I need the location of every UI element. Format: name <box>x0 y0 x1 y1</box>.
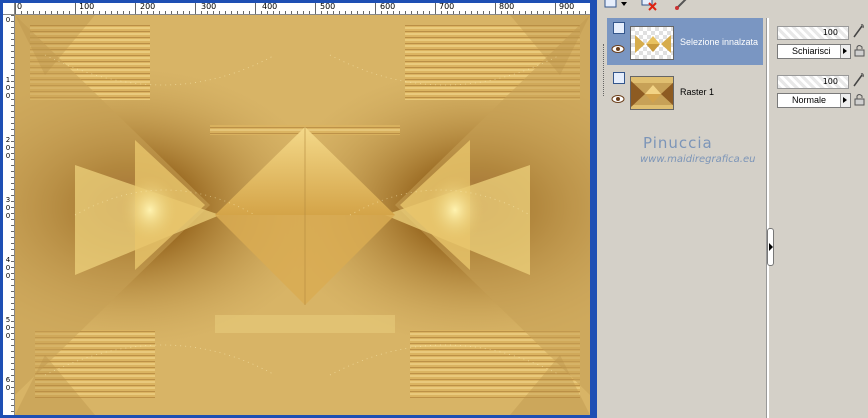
layer-row-selezione-innalzata[interactable]: Selezione innalzata <box>607 18 763 65</box>
image-canvas-window: 0 100 200 300 400 500 600 700 800 900 01… <box>0 0 597 418</box>
ruler-label: 5 <box>5 316 11 324</box>
opacity-value: 100 <box>822 28 838 37</box>
ruler-label: 0 <box>5 384 11 392</box>
opacity-field[interactable]: 100 <box>777 75 849 89</box>
brush-icon[interactable] <box>851 72 865 88</box>
lock-icon[interactable] <box>853 44 865 57</box>
ruler-label: 0 <box>5 264 11 272</box>
delete-layer-button[interactable] <box>641 0 659 11</box>
chevron-right-icon[interactable] <box>840 94 850 107</box>
layer-thumbnail <box>630 76 674 110</box>
layers-panel: Selezione innalzata Raster 1 100 Schiari… <box>597 0 868 418</box>
visibility-eye-icon[interactable] <box>611 44 625 54</box>
ruler-label: 2 <box>5 136 11 144</box>
layer-row-raster-1[interactable]: Raster 1 <box>607 68 763 115</box>
watermark-url: www.maidiregrafica.eu <box>640 154 756 165</box>
opacity-field[interactable]: 100 <box>777 26 849 40</box>
ruler-label: 600 <box>380 3 396 11</box>
ruler-label: 0 <box>5 332 11 340</box>
opacity-value: 100 <box>822 77 838 86</box>
edit-button[interactable] <box>673 0 689 11</box>
raster-layer-icon <box>613 72 625 84</box>
blend-mode-value: Schiarisci <box>792 46 831 56</box>
ruler-label: 0 <box>5 204 11 212</box>
ruler-label: 0 <box>5 84 11 92</box>
brush-icon[interactable] <box>851 23 865 39</box>
new-layer-button[interactable] <box>603 0 629 11</box>
layer-tree-line <box>603 44 605 96</box>
ruler-label: 800 <box>499 3 515 11</box>
ruler-label: 6 <box>5 376 11 384</box>
watermark-title: Pinuccia <box>643 134 713 152</box>
layer-thumbnail-image <box>631 77 673 109</box>
ruler-label: 900 <box>559 3 575 11</box>
ruler-label: 0 <box>5 324 11 332</box>
ruler-label: 0 <box>5 212 11 220</box>
kaleidoscope-artwork <box>15 15 590 415</box>
layer-thumbnail <box>630 26 674 60</box>
image-canvas[interactable] <box>15 15 590 415</box>
blend-mode-select[interactable]: Schiarisci <box>777 44 851 59</box>
ruler-label: 400 <box>262 3 278 11</box>
ruler-label: 0 <box>5 92 11 100</box>
chevron-right-icon[interactable] <box>840 45 850 58</box>
horizontal-ruler: 0 100 200 300 400 500 600 700 800 900 <box>15 3 590 15</box>
ruler-label: 100 <box>79 3 95 11</box>
panel-divider <box>766 18 769 418</box>
delete-layer-icon <box>641 0 657 11</box>
layer-name: Raster 1 <box>680 87 715 97</box>
vertical-ruler: 010020030040050060 <box>3 15 15 415</box>
ruler-label: 300 <box>201 3 217 11</box>
blend-mode-value: Normale <box>792 95 827 105</box>
raster-layer-icon <box>613 22 625 34</box>
ruler-label: 1 <box>5 76 11 84</box>
layer-name: Selezione innalzata <box>680 37 759 47</box>
ruler-label: 0 <box>5 16 11 24</box>
lock-icon[interactable] <box>853 93 865 106</box>
edit-icon <box>675 0 687 10</box>
panel-expand-handle[interactable] <box>767 228 774 266</box>
ruler-label: 0 <box>5 144 11 152</box>
layer-thumbnail-image <box>631 27 673 59</box>
ruler-label: 0 <box>5 272 11 280</box>
ruler-label: 3 <box>5 196 11 204</box>
blend-mode-select[interactable]: Normale <box>777 93 851 108</box>
ruler-corner <box>3 3 15 15</box>
ruler-label: 500 <box>320 3 336 11</box>
layers-toolbar <box>597 0 868 14</box>
ruler-label: 200 <box>140 3 156 11</box>
chevron-right-icon <box>769 243 773 251</box>
ruler-label: 0 <box>17 3 23 11</box>
ruler-label: 0 <box>5 152 11 160</box>
visibility-eye-icon[interactable] <box>611 94 625 104</box>
new-layer-icon <box>604 0 627 8</box>
ruler-label: 700 <box>439 3 455 11</box>
ruler-label: 4 <box>5 256 11 264</box>
